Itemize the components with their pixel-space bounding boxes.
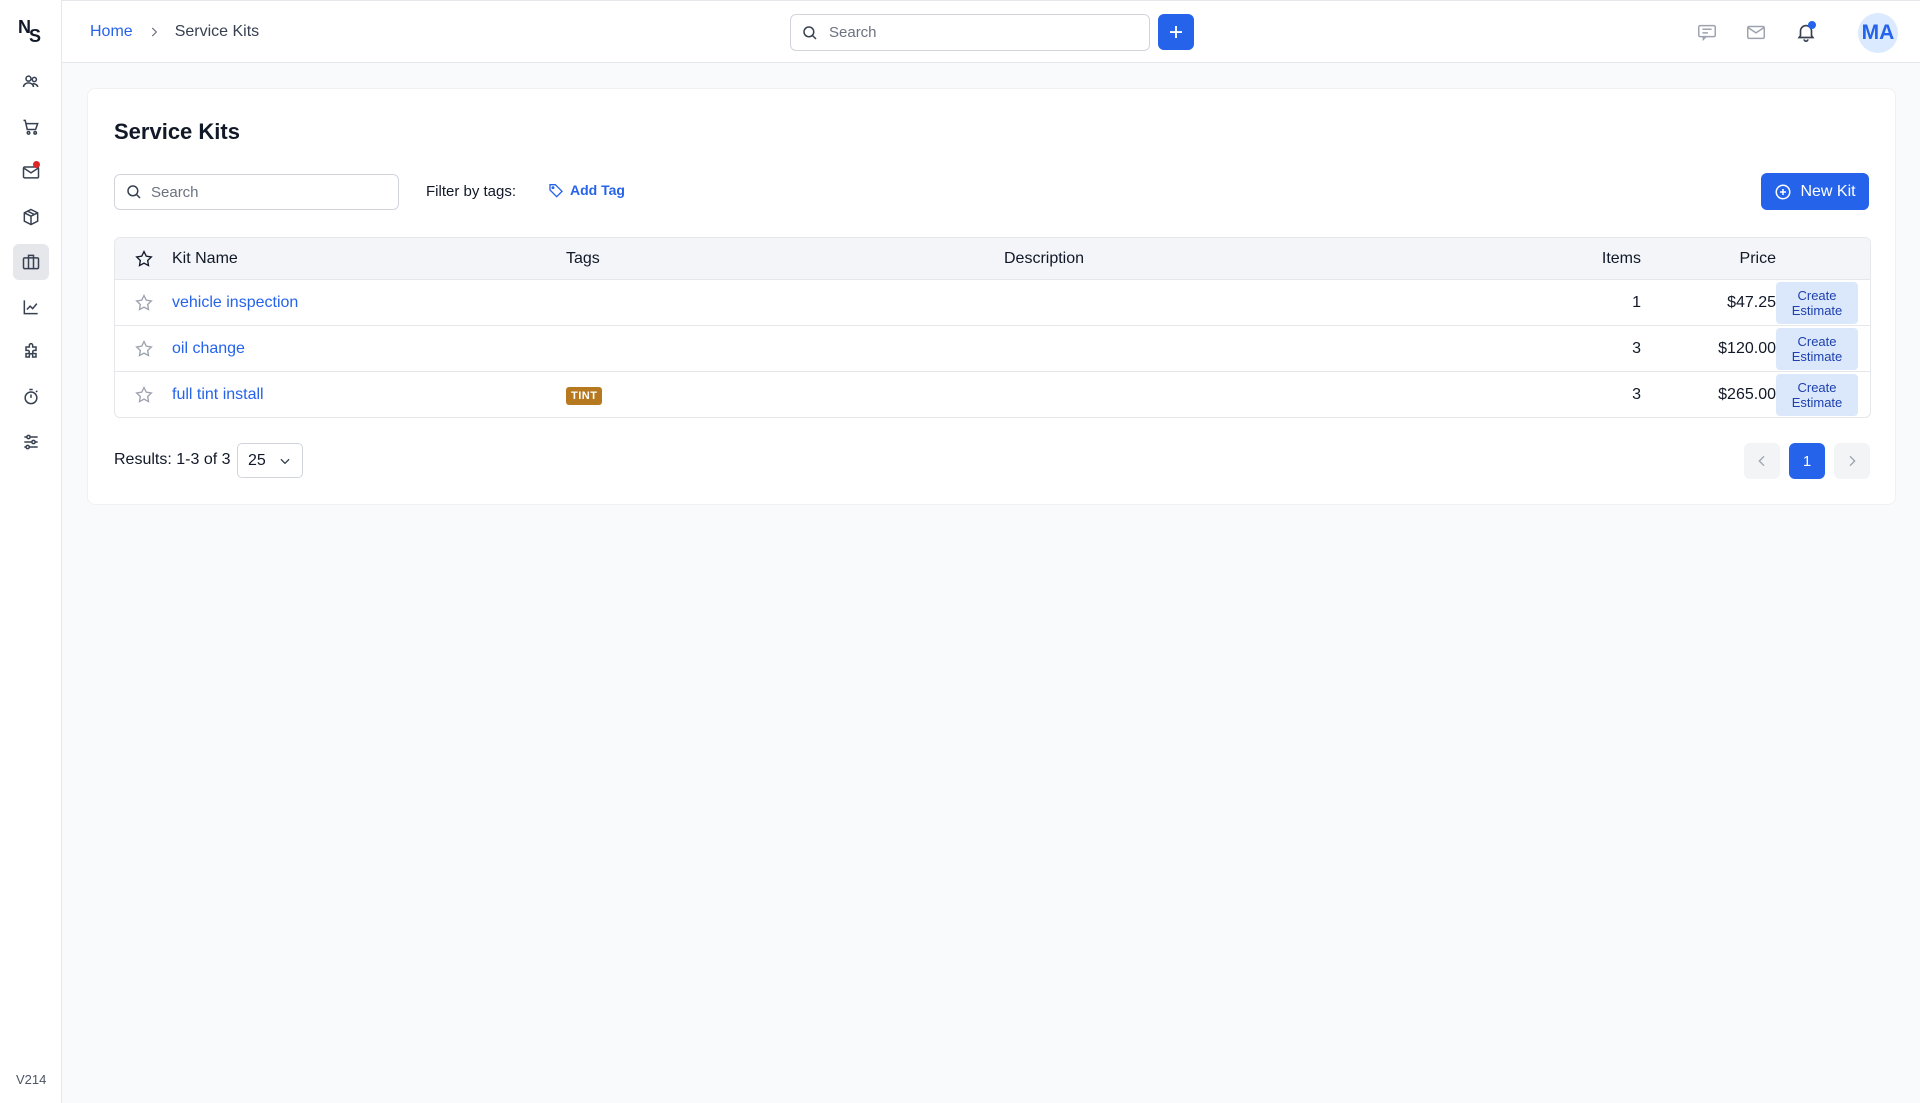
per-page-value: 25 [248, 451, 266, 469]
column-header-name[interactable]: Kit Name [172, 250, 566, 268]
kits-table: Kit Name Tags Description Items Price ve… [114, 237, 1871, 418]
stopwatch-icon [24, 388, 38, 405]
new-kit-label: New Kit [1800, 182, 1856, 200]
kit-search[interactable] [114, 174, 399, 210]
inbox-mail-icon[interactable] [1745, 21, 1767, 43]
results-count: Results: 1-3 of 3 [114, 451, 231, 468]
star-all-icon[interactable] [115, 249, 172, 269]
kit-price: $120.00 [1718, 339, 1776, 357]
breadcrumb-current: Service Kits [174, 23, 260, 40]
previous-page-button[interactable] [1744, 443, 1780, 479]
next-page-button[interactable] [1834, 443, 1870, 479]
search-icon [127, 185, 141, 199]
chart-icon [23, 300, 38, 315]
chat-icon[interactable] [1696, 21, 1718, 43]
sidebar: N S V214 [0, 0, 62, 1103]
puzzle-icon [25, 342, 37, 358]
sidebar-item-integrations[interactable] [13, 334, 49, 370]
briefcase-icon [22, 254, 40, 270]
notification-badge [1808, 21, 1816, 29]
kit-search-input[interactable] [151, 183, 391, 201]
add-tag-button[interactable]: Add Tag [548, 182, 625, 198]
sidebar-item-customers[interactable] [13, 64, 49, 100]
sidebar-item-settings[interactable] [13, 424, 49, 460]
breadcrumb: Home Service Kits [90, 23, 259, 41]
add-tag-label: Add Tag [570, 182, 625, 198]
service-kits-card: Service Kits Filter by tags: Add Tag New… [87, 88, 1896, 505]
column-header-tags: Tags [566, 249, 600, 267]
column-header-items[interactable]: Items [1374, 250, 1641, 268]
star-icon[interactable] [115, 385, 172, 405]
chevron-left-icon [1758, 455, 1765, 467]
sidebar-item-orders[interactable] [13, 109, 49, 145]
column-header-description: Description [1004, 249, 1085, 267]
kit-name-link[interactable]: full tint install [172, 386, 264, 403]
global-search-input[interactable] [829, 24, 1129, 41]
kit-items: 3 [1632, 339, 1641, 357]
search-icon [803, 25, 817, 40]
kit-name-link[interactable]: oil change [172, 340, 245, 357]
chevron-down-icon [280, 458, 290, 464]
sidebar-item-service-kits[interactable] [13, 244, 49, 280]
table-row: full tint install TINT 3 $265.00 Create … [115, 371, 1870, 417]
unread-badge [33, 161, 40, 168]
page-title: Service Kits [114, 119, 240, 144]
table-row: oil change 3 $120.00 Create Estimate [115, 325, 1870, 371]
kit-tags: TINT [566, 386, 1004, 405]
quick-add-button[interactable] [1158, 14, 1194, 50]
star-icon[interactable] [115, 293, 172, 313]
column-header-price[interactable]: Price [1641, 250, 1776, 268]
new-kit-button[interactable]: New Kit [1761, 173, 1869, 210]
chevron-right-icon [1849, 455, 1856, 467]
page-button-current[interactable]: 1 [1789, 443, 1825, 479]
box-icon [23, 208, 39, 226]
app-version: V214 [16, 1072, 47, 1087]
avatar[interactable]: MA [1858, 13, 1898, 53]
bell-icon[interactable] [1795, 21, 1817, 43]
sidebar-item-reports[interactable] [13, 289, 49, 325]
plus-icon [1170, 26, 1182, 38]
breadcrumb-home[interactable]: Home [90, 23, 133, 41]
tag-icon [549, 184, 563, 198]
sidebar-item-time-clock[interactable] [13, 379, 49, 415]
plus-circle-icon [1775, 184, 1791, 199]
create-estimate-button[interactable]: Create Estimate [1776, 373, 1858, 416]
filter-by-tags-label: Filter by tags: [426, 183, 517, 200]
top-bar: Home Service Kits MA [62, 0, 1920, 63]
cart-icon [23, 119, 39, 135]
sliders-icon [24, 434, 38, 450]
chevron-right-icon [147, 25, 161, 39]
global-search[interactable] [790, 14, 1150, 51]
sidebar-item-inventory[interactable] [13, 199, 49, 235]
kit-items: 1 [1632, 293, 1641, 311]
create-estimate-button[interactable]: Create Estimate [1776, 327, 1858, 370]
app-logo[interactable]: N S [17, 16, 47, 46]
tag-badge[interactable]: TINT [566, 386, 603, 405]
table-row: vehicle inspection 1 $47.25 Create Estim… [115, 279, 1870, 325]
people-icon [22, 75, 39, 88]
sidebar-item-messages[interactable] [13, 154, 49, 190]
svg-text:S: S [29, 26, 41, 46]
create-estimate-button[interactable]: Create Estimate [1776, 281, 1858, 324]
per-page-select[interactable]: 25 [237, 443, 303, 478]
table-header: Kit Name Tags Description Items Price [115, 238, 1870, 279]
kit-name-link[interactable]: vehicle inspection [172, 294, 298, 311]
kit-price: $47.25 [1727, 293, 1776, 311]
kit-items: 3 [1632, 385, 1641, 403]
kit-price: $265.00 [1718, 385, 1776, 403]
star-icon[interactable] [115, 339, 172, 359]
